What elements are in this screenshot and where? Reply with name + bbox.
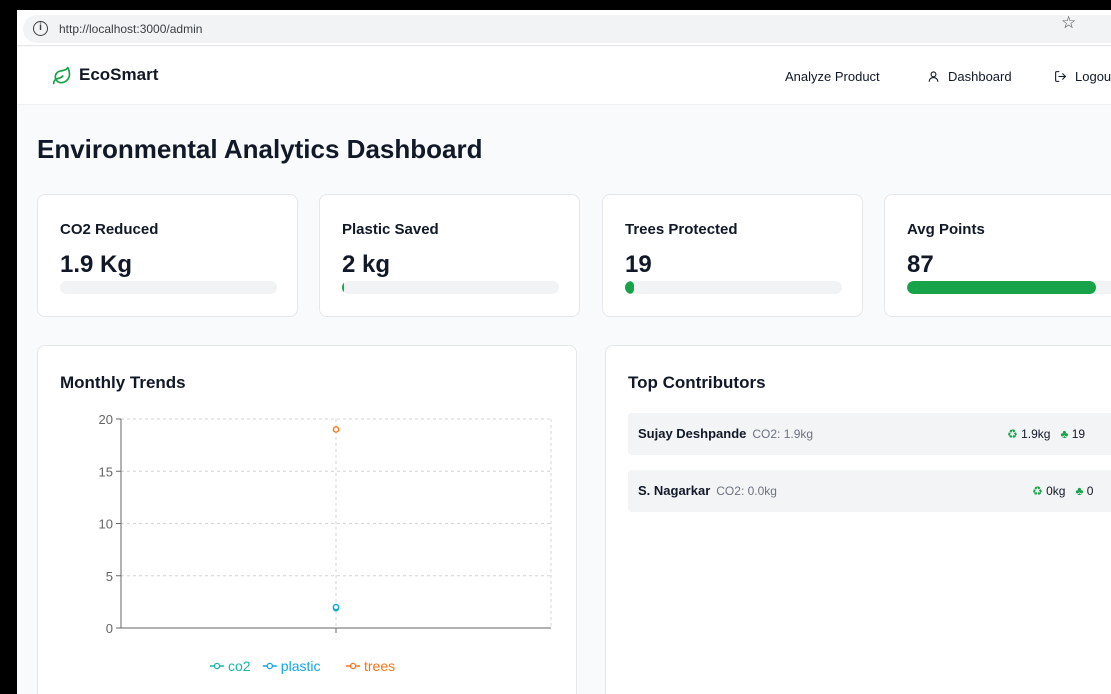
stat-card-trees: Trees Protected 19	[602, 194, 863, 317]
contributor-row[interactable]: Sujay Deshpande CO2: 1.9kg ♻ 1.9kg ♣ 19	[628, 413, 1111, 455]
contributor-name: S. Nagarkar	[638, 483, 711, 498]
legend-marker-co2	[213, 662, 221, 670]
y-tick-label: 20	[99, 412, 113, 427]
stat-label: Trees Protected	[625, 221, 738, 238]
nav-analyze-label: Analyze Product	[785, 69, 880, 84]
nav-logout[interactable]: Logout	[1054, 69, 1111, 84]
stat-value: 2 kg	[342, 251, 391, 278]
legend-marker-trees	[349, 662, 357, 670]
progress-fill	[907, 281, 1096, 294]
contributor-row[interactable]: S. Nagarkar CO2: 0.0kg ♻ 0kg ♣ 0	[628, 470, 1111, 512]
y-tick-label: 10	[99, 517, 113, 532]
contributor-co2: CO2: 0.0kg	[716, 484, 777, 498]
y-tick-label: 5	[106, 569, 113, 584]
url-field[interactable]: i http://localhost:3000/admin	[23, 15, 1111, 43]
data-point-plastic	[332, 603, 340, 611]
site-navbar: EcoSmart Analyze Product Dashboard Logou…	[17, 47, 1111, 105]
legend-label-trees: trees	[364, 658, 395, 674]
legend-marker-plastic	[266, 662, 274, 670]
monthly-trends-panel: Monthly Trends 0 5 10 15 20 co2 plastic trees	[37, 345, 577, 694]
nav-dashboard-label: Dashboard	[948, 69, 1012, 84]
recycle-icon: ♻	[1032, 484, 1043, 498]
stat-card-plastic: Plastic Saved 2 kg	[319, 194, 580, 317]
address-bar: i http://localhost:3000/admin ☆ ⋮	[17, 10, 1111, 46]
contributor-recycled: 1.9kg	[1021, 427, 1051, 441]
contributor-stats: ♻ 0kg ♣ 0	[1032, 484, 1093, 498]
legend-label-plastic: plastic	[281, 658, 321, 674]
logout-icon	[1055, 71, 1066, 82]
stat-label: CO2 Reduced	[60, 221, 159, 238]
recycle-icon: ♻	[1007, 427, 1018, 441]
page-title: Environmental Analytics Dashboard	[37, 134, 483, 164]
progress-bar	[342, 281, 559, 294]
top-contributors-panel: Top Contributors Sujay Deshpande CO2: 1.9…	[605, 345, 1111, 694]
contributor-recycled: 0kg	[1046, 484, 1066, 498]
brand-name[interactable]: EcoSmart	[79, 65, 158, 85]
progress-bar	[625, 281, 842, 294]
data-point-trees	[332, 426, 340, 433]
contributor-name: Sujay Deshpande	[638, 426, 747, 441]
nav-dashboard[interactable]: Dashboard	[927, 69, 1012, 84]
contributor-trees: 0	[1086, 484, 1094, 498]
stat-value: 1.9 Kg	[60, 251, 133, 278]
star-icon[interactable]: ☆	[1061, 13, 1076, 33]
legend-label-co2: co2	[228, 658, 251, 674]
progress-fill	[342, 281, 345, 294]
contributor-trees: 19	[1071, 427, 1086, 441]
more-icon[interactable]: ⋮	[1105, 14, 1111, 31]
info-icon[interactable]: i	[33, 21, 48, 36]
stat-card-co2: CO2 Reduced 1.9 Kg	[37, 194, 298, 317]
stat-card-avg-points: Avg Points 87	[884, 194, 1111, 317]
tree-icon: ♣	[1060, 427, 1069, 441]
progress-bar	[907, 281, 1111, 294]
progress-fill	[625, 281, 634, 294]
user-icon	[928, 71, 939, 82]
stat-value: 19	[625, 251, 652, 278]
y-tick-label: 15	[99, 464, 113, 479]
nav-logout-label: Logout	[1075, 69, 1111, 84]
contributor-info: S. Nagarkar CO2: 0.0kg	[638, 483, 777, 498]
contributor-co2: CO2: 1.9kg	[752, 427, 814, 441]
leaf-icon	[52, 66, 71, 85]
stat-value: 87	[907, 251, 934, 278]
progress-bar	[60, 281, 277, 294]
browser-window: i http://localhost:3000/admin ☆ ⋮ EcoSma…	[17, 10, 1111, 694]
y-tick-label: 0	[106, 621, 113, 636]
panel-title: Top Contributors	[628, 373, 766, 392]
contributor-stats: ♻ 1.9kg ♣ 19	[1007, 427, 1085, 441]
stat-label: Plastic Saved	[342, 221, 439, 238]
stat-label: Avg Points	[907, 221, 985, 238]
trend-chart: 0 5 10 15 20 co2 plastic trees	[99, 412, 552, 674]
nav-analyze-product[interactable]: Analyze Product	[785, 69, 880, 84]
contributor-info: Sujay Deshpande CO2: 1.9kg	[638, 426, 813, 441]
tree-icon: ♣	[1075, 484, 1084, 498]
url-text[interactable]: http://localhost:3000/admin	[59, 22, 202, 36]
